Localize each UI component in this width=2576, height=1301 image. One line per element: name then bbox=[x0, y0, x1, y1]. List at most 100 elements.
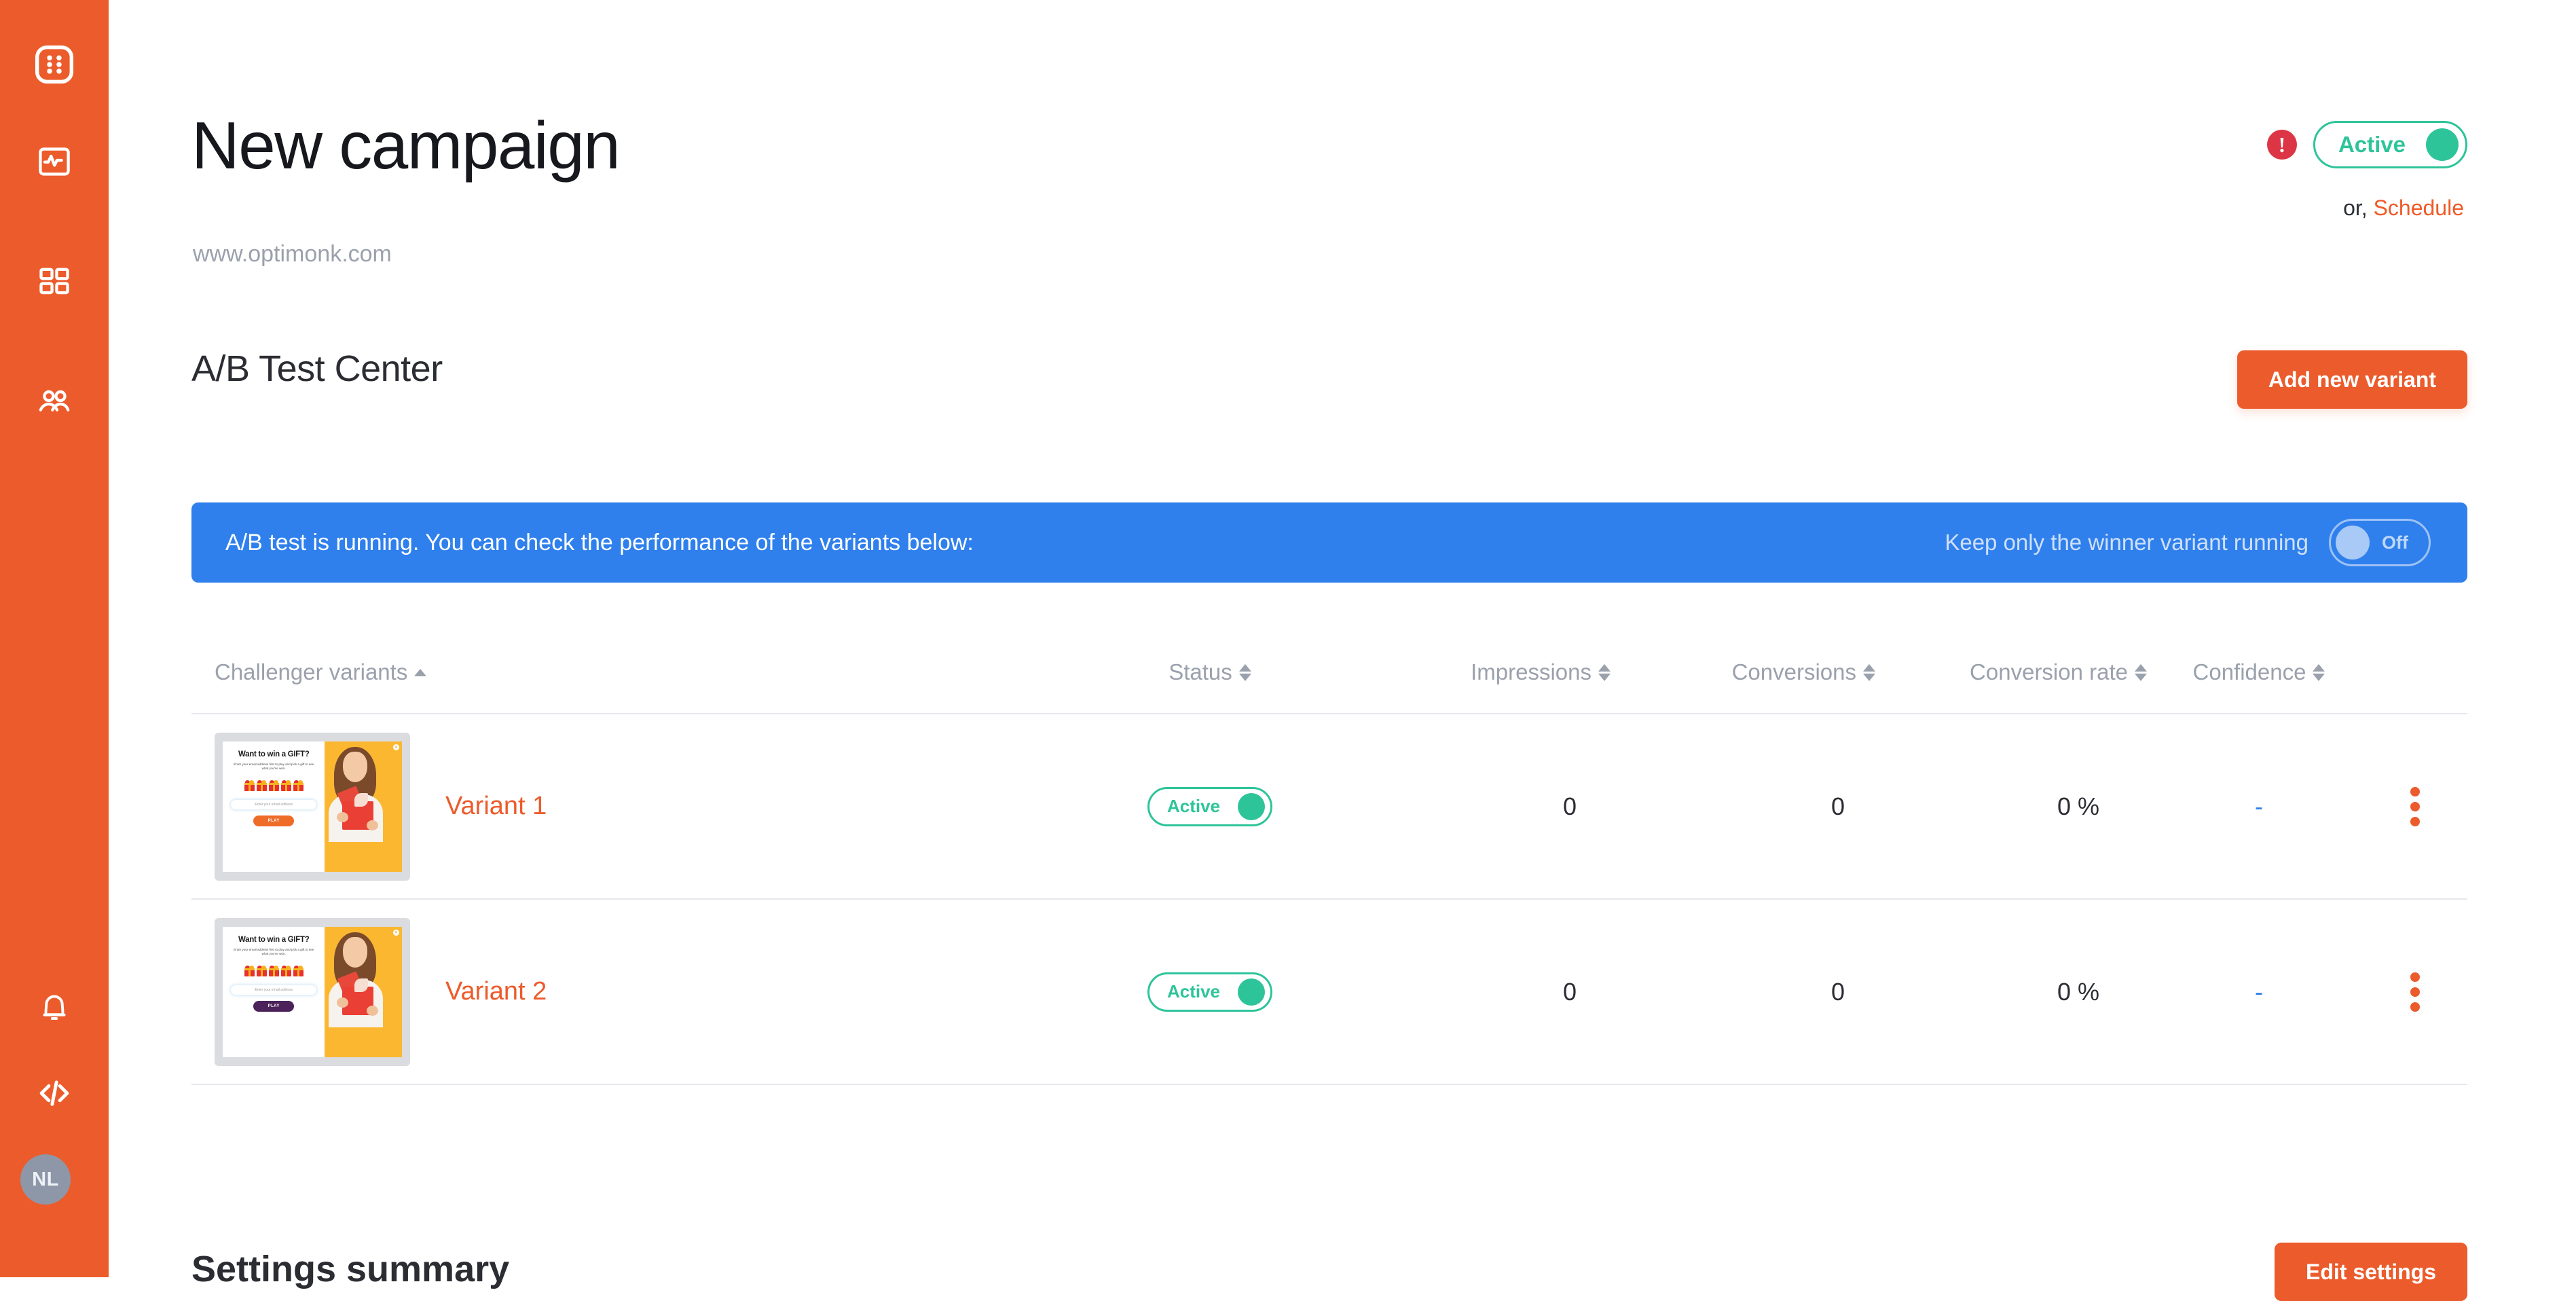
keep-winner-label: Keep only the winner variant running bbox=[1945, 530, 2309, 555]
gift-icon bbox=[293, 780, 303, 792]
preview-play-button: PLAY bbox=[253, 816, 295, 827]
sidebar: NL bbox=[0, 0, 109, 1277]
column-label: Confidence bbox=[2192, 659, 2306, 684]
banner-controls: Keep only the winner variant running Off bbox=[1945, 519, 2431, 566]
conversion-rate-value: 0 % bbox=[2057, 977, 2099, 1006]
conversions-value: 0 bbox=[1830, 792, 1845, 820]
preview-email-input: Enter your email address bbox=[230, 985, 318, 996]
column-label: Challenger variants bbox=[215, 659, 408, 684]
column-header-confidence[interactable]: Confidence bbox=[2147, 659, 2371, 685]
preview-image: ✕ bbox=[325, 926, 402, 1057]
column-label: Impressions bbox=[1471, 659, 1591, 684]
variant-status-label: Active bbox=[1166, 796, 1221, 816]
gift-icons bbox=[244, 780, 303, 792]
gift-icons bbox=[244, 966, 303, 977]
column-header-conversions[interactable]: Conversions bbox=[1611, 659, 1875, 685]
variant-name-link[interactable]: Variant 2 bbox=[445, 977, 547, 1006]
avatar[interactable]: NL bbox=[20, 1154, 71, 1205]
variant-name-link[interactable]: Variant 1 bbox=[445, 792, 547, 821]
confidence-value: - bbox=[2255, 977, 2263, 1006]
sidebar-item-analytics[interactable] bbox=[0, 141, 109, 182]
sort-icon bbox=[1238, 663, 1251, 681]
kebab-menu-icon[interactable] bbox=[2404, 966, 2427, 1019]
preview-title: Want to win a GIFT? bbox=[238, 935, 310, 944]
impressions-value: 0 bbox=[1562, 977, 1577, 1006]
column-label: Status bbox=[1169, 659, 1232, 684]
gift-icon bbox=[244, 966, 255, 977]
close-icon: ✕ bbox=[392, 744, 399, 750]
sidebar-item-campaigns[interactable] bbox=[0, 261, 109, 302]
section-title: A/B Test Center bbox=[191, 348, 443, 389]
code-icon bbox=[39, 1080, 69, 1106]
gift-icon bbox=[280, 780, 291, 792]
sort-asc-icon bbox=[414, 668, 427, 676]
gift-icon bbox=[256, 780, 267, 792]
preview-play-button: PLAY bbox=[253, 1001, 295, 1012]
schedule-link[interactable]: Schedule bbox=[2374, 196, 2464, 220]
gift-icon bbox=[293, 966, 303, 977]
column-label: Conversion rate bbox=[1970, 659, 2128, 684]
variant-preview-thumbnail[interactable]: Want to win a GIFT? Enter your email add… bbox=[215, 917, 410, 1066]
preview-description: Enter your email address first to play a… bbox=[234, 762, 314, 771]
gift-icon bbox=[280, 966, 291, 977]
column-header-status[interactable]: Status bbox=[1074, 659, 1346, 685]
sidebar-item-notifications[interactable] bbox=[0, 988, 109, 1029]
add-new-variant-button[interactable]: Add new variant bbox=[2237, 350, 2467, 409]
preview-email-input: Enter your email address bbox=[230, 799, 318, 811]
banner-message: A/B test is running. You can check the p… bbox=[225, 529, 974, 555]
keep-winner-toggle[interactable]: Off bbox=[2329, 519, 2431, 566]
avatar-initials: NL bbox=[32, 1168, 59, 1190]
campaign-active-label: Active bbox=[2338, 132, 2406, 157]
preview-description: Enter your email address first to play a… bbox=[234, 947, 314, 956]
grid-squares-icon bbox=[39, 268, 69, 295]
table-row: Want to win a GIFT? Enter your email add… bbox=[191, 714, 2467, 900]
toggle-knob bbox=[2336, 526, 2370, 560]
main-content: New campaign www.optimonk.com ! Active o… bbox=[109, 0, 2576, 1301]
close-icon: ✕ bbox=[392, 929, 399, 936]
impressions-value: 0 bbox=[1562, 792, 1577, 820]
toggle-knob bbox=[1238, 792, 1266, 820]
schedule-row: or, Schedule bbox=[2343, 196, 2464, 221]
variant-preview-thumbnail[interactable]: Want to win a GIFT? Enter your email add… bbox=[215, 732, 410, 881]
bell-icon bbox=[43, 995, 66, 1020]
variant-status-label: Active bbox=[1166, 981, 1221, 1002]
sort-icon bbox=[1863, 663, 1875, 681]
gift-icon bbox=[256, 966, 267, 977]
site-url: www.optimonk.com bbox=[193, 241, 392, 267]
edit-settings-button[interactable]: Edit settings bbox=[2274, 1243, 2467, 1301]
ab-test-banner: A/B test is running. You can check the p… bbox=[191, 502, 2467, 583]
confidence-value: - bbox=[2255, 792, 2263, 820]
keep-winner-state-label: Off bbox=[2382, 532, 2408, 553]
sort-icon bbox=[2313, 663, 2325, 681]
gift-icon bbox=[244, 780, 255, 792]
table-row: Want to win a GIFT? Enter your email add… bbox=[191, 900, 2467, 1085]
sidebar-item-embed-code[interactable] bbox=[0, 1073, 109, 1114]
optimonk-grid-logo-icon[interactable] bbox=[0, 27, 109, 102]
gift-icon bbox=[268, 966, 279, 977]
column-header-impressions[interactable]: Impressions bbox=[1346, 659, 1611, 685]
exclamation-circle-icon[interactable]: ! bbox=[2266, 130, 2297, 160]
variant-status-toggle[interactable]: Active bbox=[1147, 786, 1273, 826]
table-header-row: Challenger variants Status Impressions C… bbox=[191, 631, 2467, 714]
users-icon bbox=[39, 390, 70, 411]
kebab-menu-icon[interactable] bbox=[2404, 780, 2427, 833]
or-label: or, bbox=[2343, 196, 2368, 220]
column-header-conversion-rate[interactable]: Conversion rate bbox=[1875, 659, 2147, 685]
gift-icon bbox=[268, 780, 279, 792]
campaign-status-cluster: ! Active bbox=[2266, 121, 2467, 168]
variant-status-toggle[interactable]: Active bbox=[1147, 972, 1273, 1012]
sidebar-item-audience[interactable] bbox=[0, 382, 109, 422]
campaign-active-toggle[interactable]: Active bbox=[2313, 121, 2467, 168]
toggle-knob bbox=[1238, 978, 1266, 1006]
sort-icon bbox=[2135, 663, 2147, 681]
conversion-rate-value: 0 % bbox=[2057, 792, 2099, 820]
conversions-value: 0 bbox=[1830, 977, 1845, 1006]
page-title: New campaign bbox=[191, 108, 621, 183]
column-label: Conversions bbox=[1731, 659, 1856, 684]
column-header-challenger-variants[interactable]: Challenger variants bbox=[191, 659, 1074, 685]
toggle-knob bbox=[2426, 128, 2459, 161]
ab-variants-table: Challenger variants Status Impressions C… bbox=[191, 631, 2467, 1085]
preview-image: ✕ bbox=[325, 741, 402, 872]
analytics-pulse-icon bbox=[39, 147, 70, 176]
preview-title: Want to win a GIFT? bbox=[238, 750, 310, 758]
